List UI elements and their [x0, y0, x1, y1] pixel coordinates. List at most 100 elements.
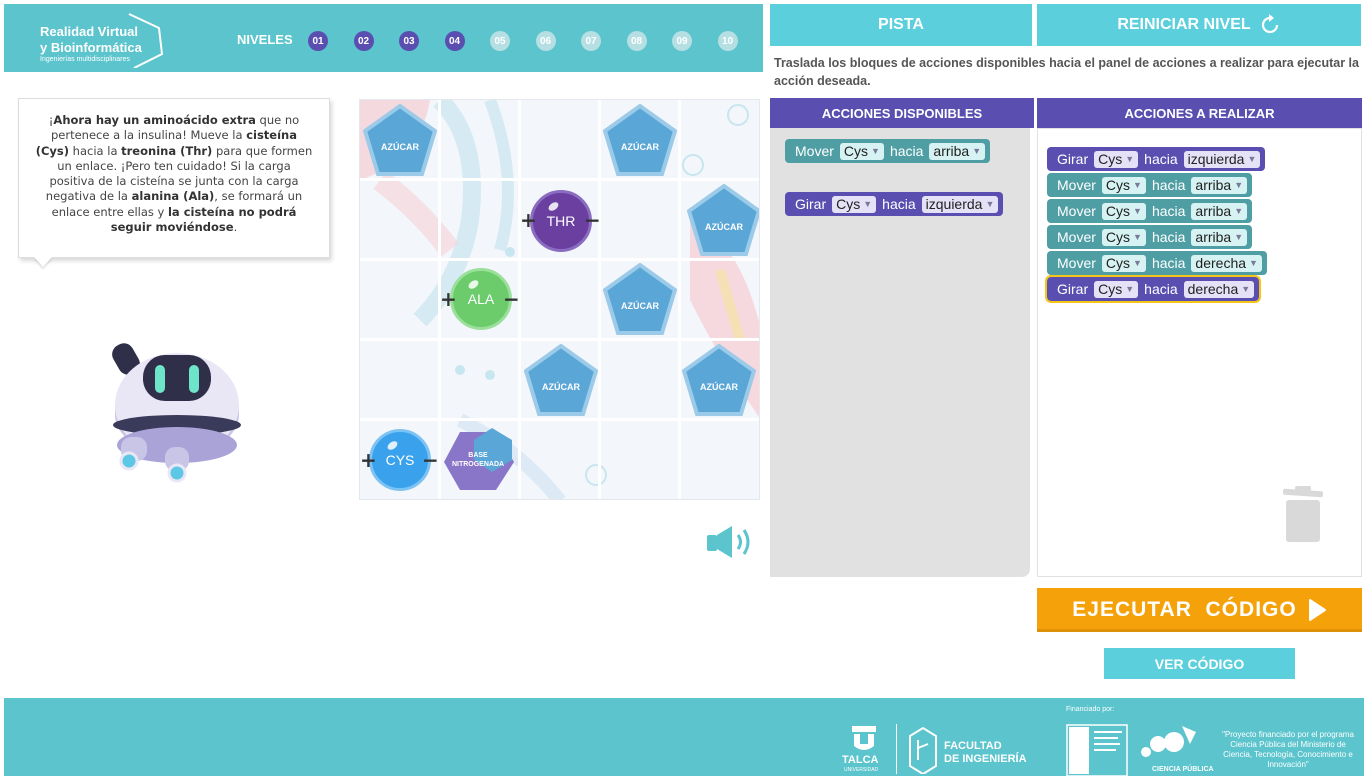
direction-value: izquierda: [925, 196, 983, 212]
ciencia-text: CIENCIA PÚBLICA: [1152, 766, 1214, 773]
block-preposition: hacia: [889, 143, 924, 159]
target-dropdown[interactable]: Cys ▼: [1094, 280, 1139, 298]
target-dropdown[interactable]: Cys ▼: [1101, 254, 1146, 272]
sugar-tile: AZÚCAR: [602, 103, 678, 176]
direction-value: arriba: [933, 143, 970, 159]
ciencia-publica-logo-icon: [1141, 726, 1196, 757]
direction-value: arriba: [1195, 177, 1232, 193]
shine-icon: [546, 200, 561, 213]
direction-dropdown[interactable]: arriba ▼: [1191, 228, 1248, 246]
block-preposition: hacia: [1151, 177, 1186, 193]
sugar-label: AZÚCAR: [542, 382, 580, 392]
trash-icon[interactable]: [1281, 486, 1325, 544]
available-actions-header: ACCIONES DISPONIBLES: [770, 98, 1034, 128]
level-button-07[interactable]: 07: [581, 31, 601, 51]
threonine-label: THR: [546, 213, 576, 229]
talca-text: TALCA: [842, 754, 879, 766]
pentagon-icon: [686, 183, 759, 256]
footer: TALCA UNIVERSIDAD FACULTAD DE INGENIERÍA…: [4, 698, 1364, 776]
nitrogen-base-tile: BASE NITROGENADA: [442, 426, 518, 496]
speech-bubble-tail: [34, 257, 52, 267]
direction-dropdown[interactable]: arriba ▼: [929, 142, 986, 160]
target-dropdown[interactable]: Cys ▼: [1094, 150, 1139, 168]
direction-dropdown[interactable]: izquierda ▼: [921, 195, 999, 213]
turn-block[interactable]: Girar Cys ▼ hacia izquierda ▼: [785, 192, 1004, 216]
logo-line1: Realidad Virtual: [40, 24, 139, 39]
restart-level-button[interactable]: REINICIAR NIVEL: [1037, 4, 1361, 46]
dropdown-arrow-icon: ▼: [1249, 258, 1258, 268]
direction-dropdown[interactable]: arriba ▼: [1191, 176, 1248, 194]
dropdown-arrow-icon: ▼: [1234, 206, 1244, 216]
target-dropdown[interactable]: Cys ▼: [839, 142, 884, 160]
logo: Realidad Virtual y Bioinformática Ingeni…: [34, 12, 169, 68]
restart-icon: [1261, 14, 1278, 34]
sugar-tile: AZÚCAR: [523, 343, 599, 416]
game-board: AZÚCAR AZÚCAR AZÚCAR AZÚCAR AZÚCAR AZÚCA…: [359, 99, 760, 500]
dropdown-arrow-icon: ▼: [1133, 232, 1142, 242]
level-button-03[interactable]: 03: [399, 31, 419, 51]
dropdown-arrow-icon: ▼: [1247, 154, 1257, 164]
sugar-tile: AZÚCAR: [362, 103, 438, 176]
move-block[interactable]: Mover Cys ▼ hacia arriba ▼: [1047, 199, 1253, 223]
turn-block[interactable]: Girar Cys ▼ hacia izquierda ▼: [1047, 147, 1266, 171]
move-block[interactable]: Mover Cys ▼ hacia arriba ▼: [1047, 173, 1253, 197]
pentagon-icon: [523, 343, 599, 416]
dropdown-arrow-icon: ▼: [1133, 258, 1142, 268]
bubble-bold: treonina (Thr): [121, 143, 213, 158]
robot-mascot-icon: [112, 343, 241, 483]
target-dropdown[interactable]: Cys ▼: [1101, 176, 1146, 194]
target-dropdown[interactable]: Cys ▼: [832, 195, 877, 213]
direction-dropdown[interactable]: izquierda ▼: [1183, 150, 1261, 168]
logo-line2: y Bioinformática: [40, 40, 142, 55]
block-preposition: hacia: [1151, 229, 1186, 245]
block-verb: Girar: [1057, 281, 1089, 297]
target-value: Cys: [1105, 229, 1131, 245]
target-dropdown[interactable]: Cys ▼: [1101, 202, 1146, 220]
logo-line3: Ingenierías multidisciplinares: [40, 56, 130, 63]
dropdown-arrow-icon: ▼: [1241, 284, 1251, 294]
level-button-10[interactable]: 10: [717, 31, 738, 51]
level-button-05[interactable]: 05: [490, 31, 510, 51]
level-button-09[interactable]: 09: [672, 31, 692, 51]
level-button-01[interactable]: 01: [308, 31, 328, 51]
direction-value: izquierda: [1187, 151, 1245, 167]
available-actions-panel: Mover Cys ▼ hacia arriba ▼ Girar Cys ▼ hacia izqui…: [770, 128, 1030, 577]
level-button-08[interactable]: 08: [626, 31, 647, 51]
dropdown-arrow-icon: ▼: [1234, 232, 1244, 242]
hint-button[interactable]: PISTA: [770, 4, 1032, 46]
block-verb: Mover: [1057, 255, 1096, 271]
target-value: Cys: [1105, 177, 1131, 193]
block-verb: Mover: [1057, 229, 1096, 245]
target-dropdown[interactable]: Cys ▼: [1101, 228, 1146, 246]
shine-icon: [466, 278, 481, 291]
minus-charge-icon: −: [422, 448, 439, 472]
level-button-06[interactable]: 06: [535, 31, 556, 51]
pentagon-icon: [362, 103, 438, 176]
grid-line: [598, 100, 601, 499]
level-button-04[interactable]: 04: [444, 31, 465, 51]
grid-line: [678, 100, 681, 499]
target-value: Cys: [1098, 151, 1123, 167]
bubble-text: .: [233, 220, 238, 235]
sound-icon[interactable]: [706, 525, 754, 559]
direction-dropdown[interactable]: arriba ▼: [1191, 202, 1248, 220]
turn-block[interactable]: Girar Cys ▼ hacia derecha ▼: [1044, 275, 1262, 303]
sugar-label: AZÚCAR: [381, 142, 419, 152]
view-code-button[interactable]: VER CÓDIGO: [1104, 648, 1295, 679]
execute-code-button[interactable]: EJECUTAR CÓDIGO: [1037, 588, 1362, 632]
sugar-tile: AZÚCAR: [602, 262, 678, 335]
direction-value: derecha: [1187, 281, 1239, 297]
sugar-label: AZÚCAR: [621, 301, 659, 311]
levels-label: NIVELES: [237, 32, 293, 47]
dropdown-arrow-icon: ▼: [871, 146, 880, 156]
move-block[interactable]: Mover Cys ▼ hacia derecha ▼: [1047, 251, 1267, 275]
direction-dropdown[interactable]: derecha ▼: [1191, 254, 1262, 272]
facultad-text-1: FACULTAD: [944, 740, 1002, 752]
move-block[interactable]: Mover Cys ▼ hacia arriba ▼: [1047, 225, 1253, 249]
direction-dropdown[interactable]: derecha ▼: [1183, 280, 1255, 298]
dropdown-arrow-icon: ▼: [1133, 206, 1142, 216]
level-button-02[interactable]: 02: [353, 31, 374, 51]
direction-value: arriba: [1195, 229, 1232, 245]
financiado-text: Financiado por:: [1066, 706, 1115, 713]
move-block[interactable]: Mover Cys ▼ hacia arriba ▼: [785, 139, 991, 163]
